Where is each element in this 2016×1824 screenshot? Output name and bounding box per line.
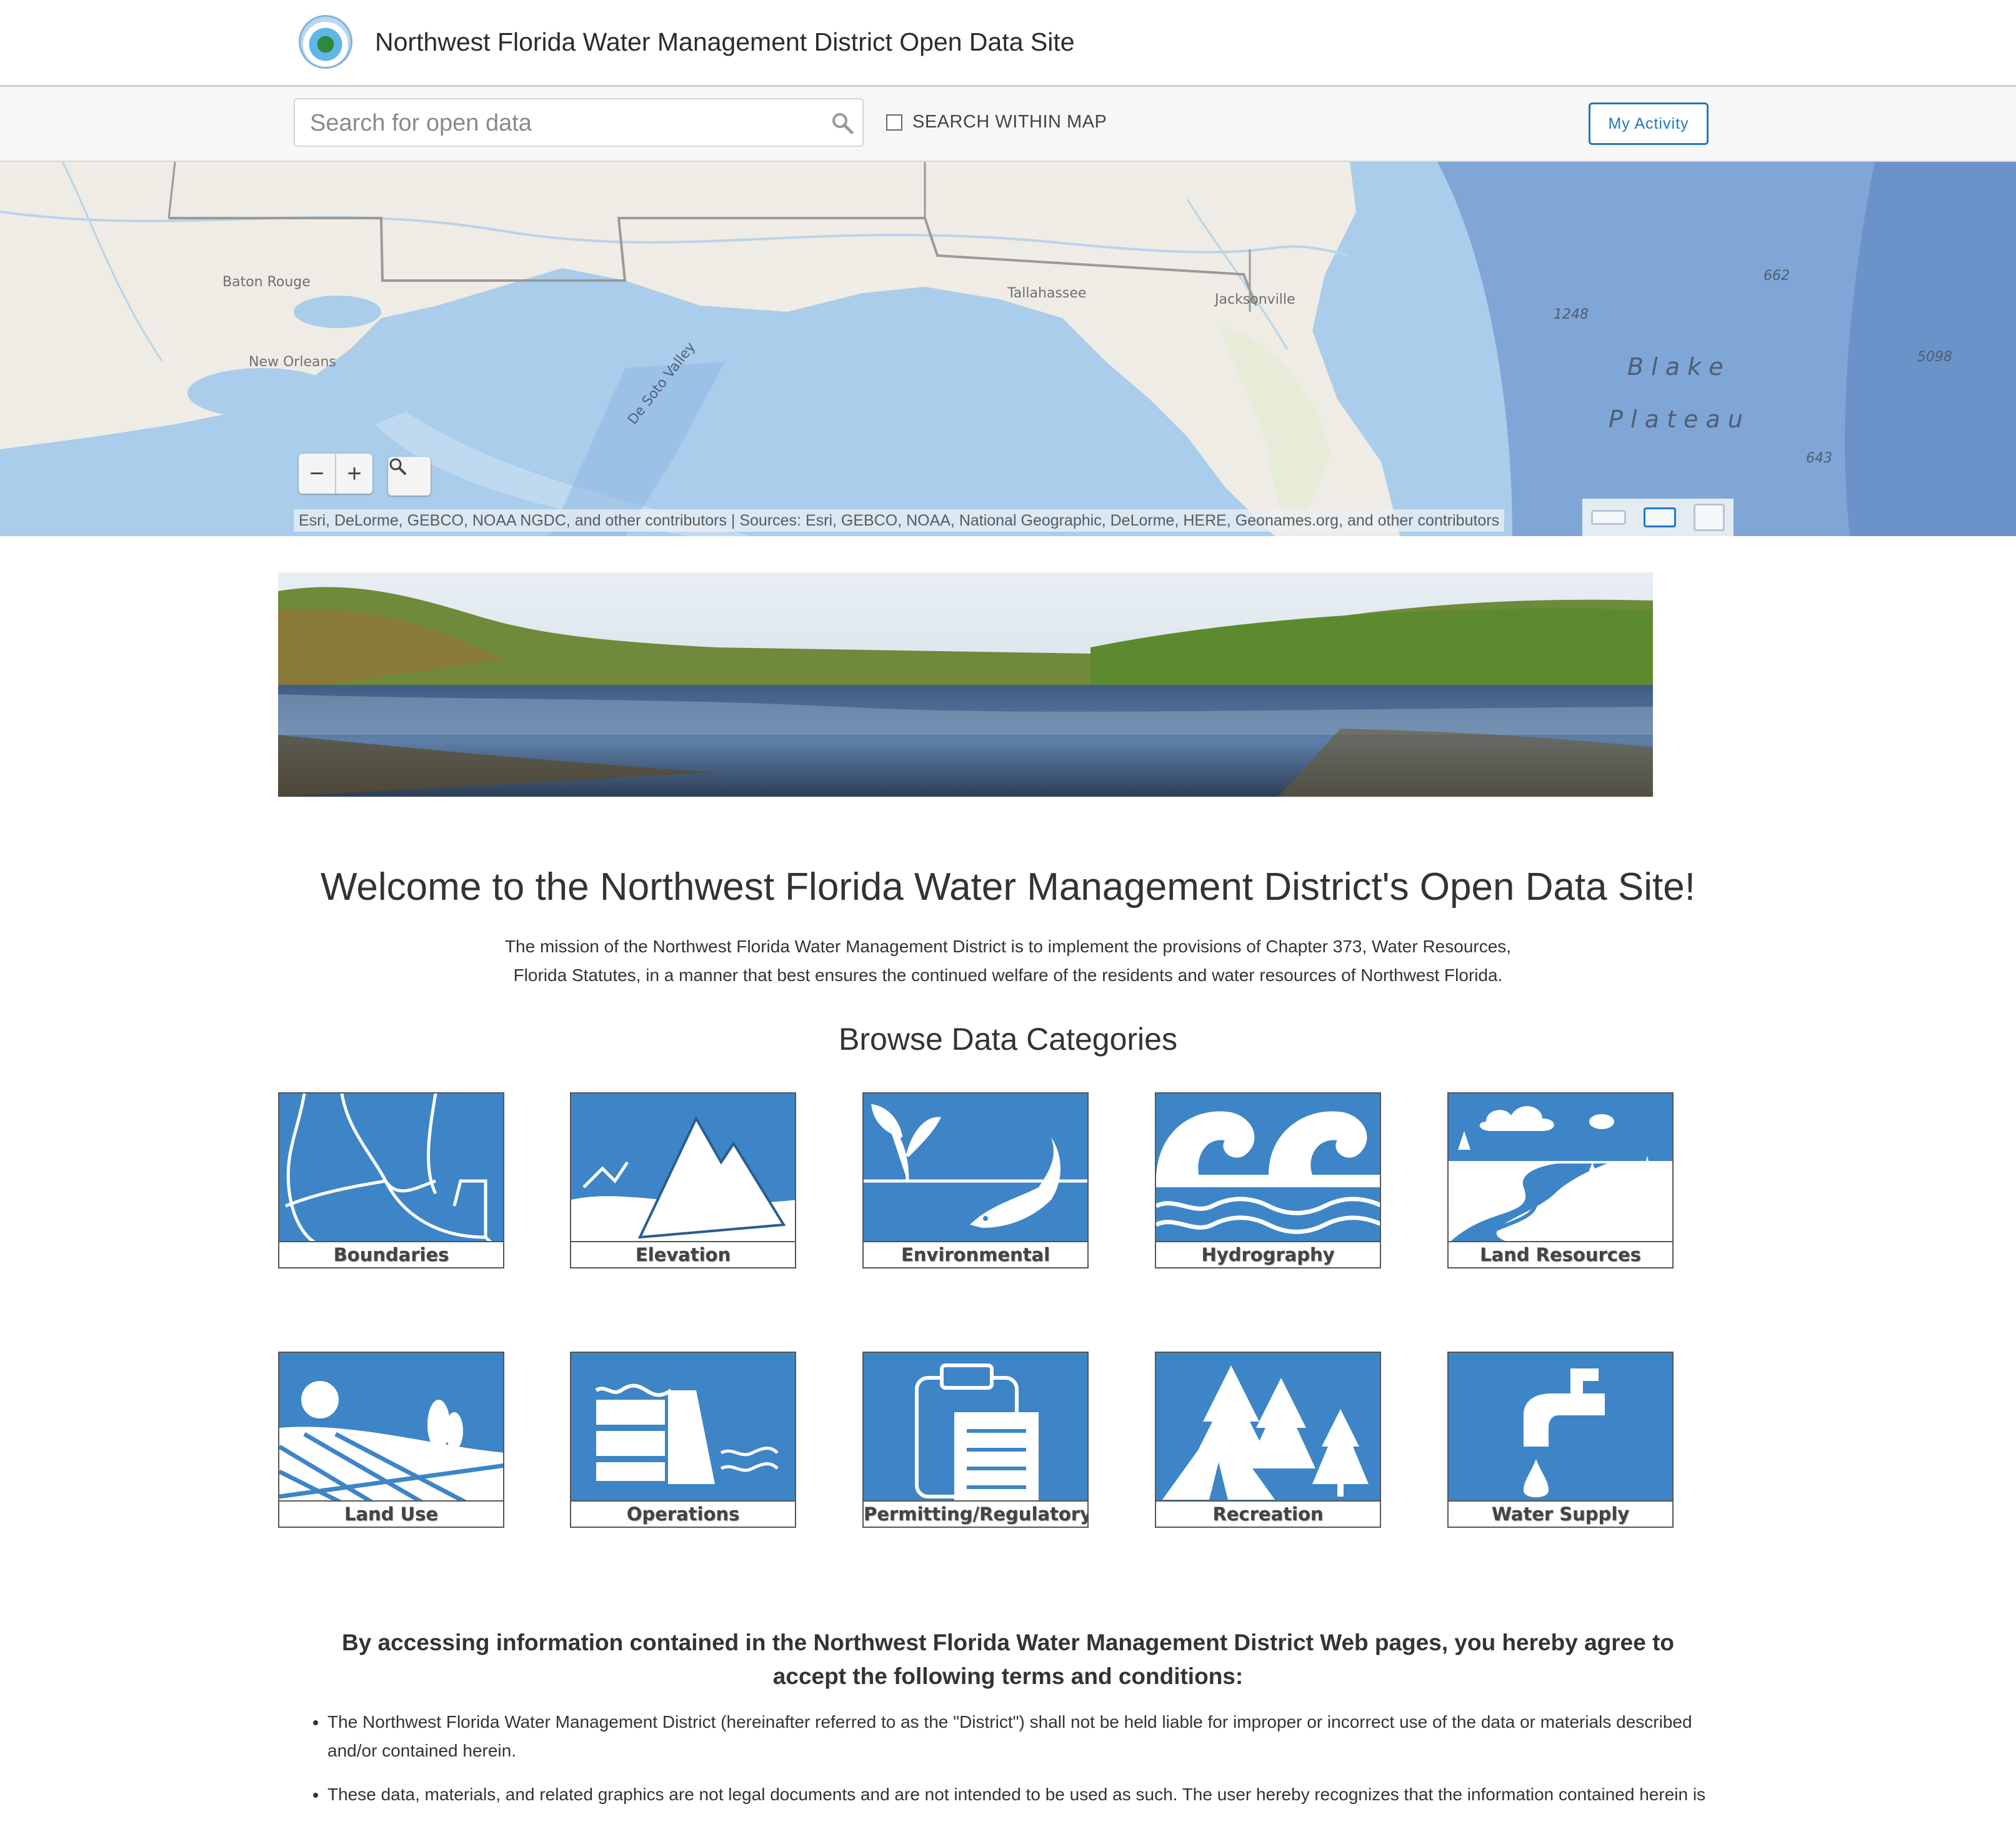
search-box [294,98,864,147]
map-depth-label: 643 [1806,451,1832,466]
category-tile-land-resources[interactable]: Land Resources [1447,1092,1674,1268]
category-tile-environmental[interactable]: Environmental [862,1092,1089,1268]
category-label: Permitting/Regulatory [864,1500,1087,1527]
search-toolbar: SEARCH WITHIN MAP My Activity [0,87,2016,162]
map-depth-label: 1248 [1554,307,1589,322]
map-view[interactable]: Baton Rouge New Orleans Tallahassee Jack… [0,162,2016,536]
category-label: Elevation [571,1241,795,1267]
basemap-option-wide[interactable] [1591,510,1626,525]
search-icon[interactable] [831,112,854,134]
terms-list: The Northwest Florida Water Management D… [306,1708,1740,1824]
browse-categories-heading: Browse Data Categories [839,1022,1177,1057]
basemap-option-medium[interactable] [1644,507,1676,527]
zoom-out-button[interactable]: − [299,454,335,494]
welcome-heading: Welcome to the Northwest Florida Water M… [321,865,1695,909]
category-tile-recreation[interactable]: Recreation [1155,1352,1381,1528]
my-activity-button[interactable]: My Activity [1589,102,1709,145]
terms-item: These data, materials, and related graph… [327,1780,1740,1809]
category-tile-water-supply[interactable]: Water Supply [1447,1352,1674,1528]
site-title[interactable]: Northwest Florida Water Management Distr… [375,27,1075,57]
map-place-label: Tallahassee [1007,286,1087,301]
map-place-label: Jacksonville [1215,292,1295,307]
category-label: Environmental [864,1241,1087,1267]
category-label: Water Supply [1449,1500,1672,1527]
category-tile-operations[interactable]: Operations [570,1352,796,1528]
map-depth-label: 5098 [1917,349,1952,365]
mission-line: Florida Statutes, in a manner that best … [513,965,1503,985]
category-tile-elevation[interactable]: Elevation [570,1092,796,1268]
map-depth-label: 662 [1764,268,1790,284]
map-plateau-label: B l a k e [1627,353,1724,381]
zoom-control: − + [299,454,372,494]
category-tile-permitting-regulatory[interactable]: Permitting/Regulatory [862,1352,1089,1528]
category-label: Recreation [1156,1500,1380,1527]
mission-statement: The mission of the Northwest Florida Wat… [475,932,1541,990]
basemap-option-tall[interactable] [1694,504,1725,531]
map-attribution: Esri, DeLorme, GEBCO, NOAA NGDC, and oth… [294,509,1505,532]
search-within-map-toggle[interactable]: SEARCH WITHIN MAP [886,112,1107,132]
map-search-button[interactable] [388,457,431,496]
category-label: Hydrography [1156,1241,1380,1267]
category-label: Land Use [279,1500,503,1527]
terms-heading: By accessing information contained in th… [341,1630,1675,1689]
category-tile-boundaries[interactable]: Boundaries [278,1092,504,1268]
category-label: Boundaries [279,1241,503,1267]
search-input[interactable] [309,107,811,139]
map-place-label: Baton Rouge [222,274,311,290]
zoom-in-button[interactable]: + [336,454,372,494]
magnifier-icon [389,458,406,475]
category-label: Operations [571,1500,795,1527]
mission-line: The mission of the Northwest Florida Wat… [504,937,1512,956]
swamp-banner-image [278,572,1653,797]
map-place-label: New Orleans [249,354,336,370]
map-plateau-label: P l a t e a u [1609,406,1743,433]
search-within-map-checkbox[interactable] [886,114,902,131]
district-logo[interactable] [299,15,352,69]
category-label: Land Resources [1449,1241,1672,1267]
terms-item: The Northwest Florida Water Management D… [327,1708,1740,1765]
category-tile-land-use[interactable]: Land Use [278,1352,504,1528]
site-header: Northwest Florida Water Management Distr… [0,0,2016,87]
category-tile-hydrography[interactable]: Hydrography [1155,1092,1381,1268]
basemap-switcher [1582,499,1734,536]
search-within-map-label: SEARCH WITHIN MAP [912,112,1107,132]
